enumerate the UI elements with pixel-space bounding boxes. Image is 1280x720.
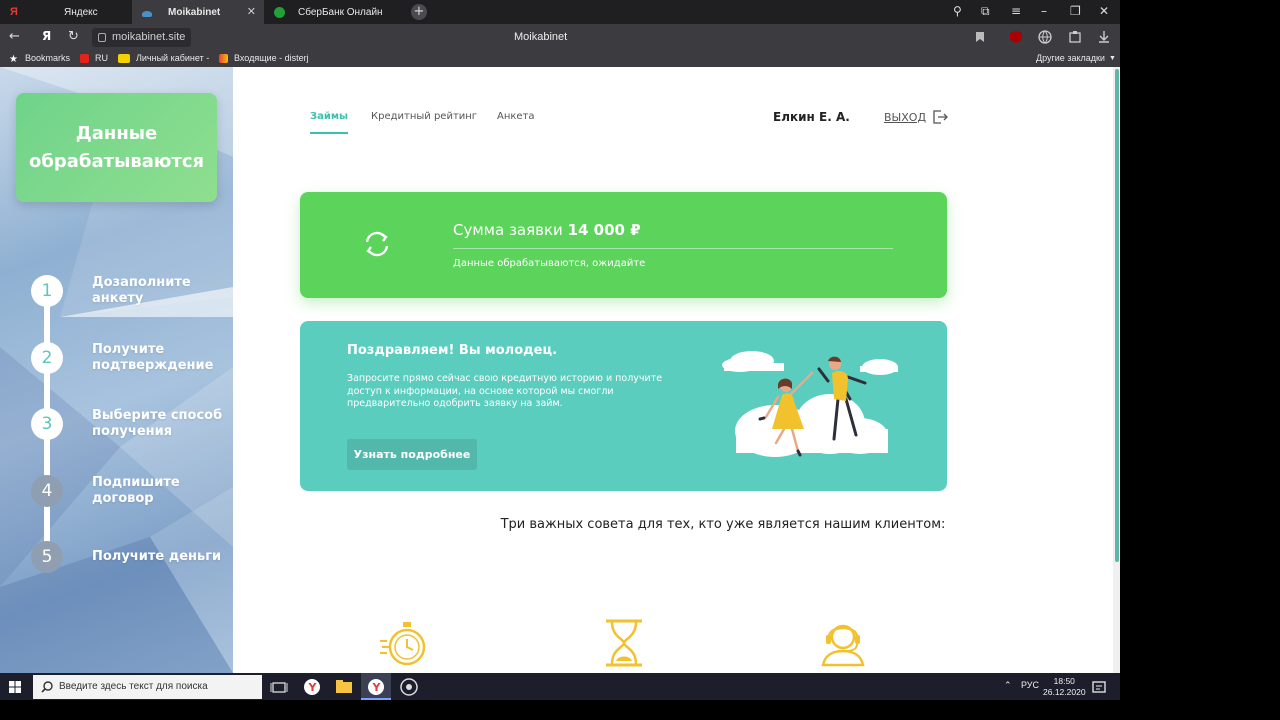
url-field[interactable]: moikabinet.site: [92, 28, 192, 47]
star-icon: ★: [9, 53, 18, 65]
step-number: 1: [31, 275, 63, 307]
jumping-people-illustration: [722, 351, 898, 457]
other-bookmarks[interactable]: Другие закладки ▼: [1036, 53, 1116, 63]
obs-icon[interactable]: [398, 676, 420, 698]
task-view-icon[interactable]: [268, 676, 290, 698]
step-5: 5 Получите деньги: [31, 541, 231, 573]
file-explorer-icon[interactable]: [333, 676, 355, 698]
logout-icon[interactable]: [932, 110, 948, 124]
yandex-icon: Я: [10, 6, 18, 18]
tips-title: Три важных совета для тех, кто уже являе…: [500, 517, 946, 532]
step-number: 4: [31, 475, 63, 507]
bookmark-cabinet[interactable]: Личный кабинет -: [118, 53, 209, 63]
collections-icon[interactable]: ⧉: [981, 4, 990, 19]
page-title-label: Moikabinet: [514, 31, 568, 43]
download-icon[interactable]: [1097, 30, 1111, 44]
logout-link[interactable]: ВЫХОД: [884, 111, 926, 124]
application-amount: 14 000 ₽: [567, 221, 641, 239]
browser-tab-bar: Я Яндекс Moikabinet ✕ СберБанк Онлайн + …: [0, 0, 1120, 24]
clock[interactable]: 18:50 26.12.2020: [1043, 676, 1086, 698]
restore-icon[interactable]: ❐: [1070, 4, 1081, 18]
step-4: 4 Подпишите договор: [31, 475, 231, 507]
step-1: 1 Дозаполните анкету: [31, 275, 231, 307]
svg-text:Y: Y: [308, 681, 318, 694]
pin-icon[interactable]: ⚲: [953, 4, 962, 18]
new-tab-button[interactable]: +: [411, 4, 427, 20]
stopwatch-icon: [380, 622, 426, 666]
application-sum: Сумма заявки 14 000 ₽: [453, 221, 641, 239]
yandex-browser-icon[interactable]: Y: [301, 676, 323, 698]
chevron-down-icon: ▼: [1108, 54, 1116, 62]
tab-loans[interactable]: Займы: [310, 111, 349, 134]
promo-title: Поздравляем! Вы молодец.: [347, 343, 558, 358]
refresh-icon: [365, 231, 389, 257]
step-number: 2: [31, 342, 63, 374]
mail-icon: [219, 53, 228, 63]
tray-expand-icon[interactable]: ⌃: [1004, 680, 1012, 691]
yandex-home-icon[interactable]: Я: [42, 29, 51, 43]
tab-sberbank[interactable]: СберБанк Онлайн: [264, 0, 404, 24]
step-label: Дозаполните анкету: [92, 275, 191, 306]
step-number: 3: [31, 408, 63, 440]
step-label: Получите деньги: [92, 549, 222, 564]
bookmark-inbox[interactable]: Входящие - disterj: [219, 53, 309, 63]
promo-text: Запросите прямо сейчас свою кредитную ис…: [347, 373, 663, 409]
processing-status-card: Данные обрабатываются: [16, 93, 217, 202]
bookmarks-bar: ★ Bookmarks RU Личный кабинет - Входящие …: [0, 51, 1120, 67]
bookmark-bookmarks[interactable]: ★ Bookmarks: [9, 53, 70, 65]
windows-start-icon[interactable]: [9, 681, 21, 693]
tab-questionnaire[interactable]: Анкета: [497, 111, 535, 122]
step-label: Получите подтверждение: [92, 342, 214, 373]
sberbank-icon: [274, 6, 285, 18]
support-agent-icon: [821, 624, 865, 667]
yandex-active-icon[interactable]: Y: [365, 676, 387, 698]
application-card: Сумма заявки 14 000 ₽ Данные обрабатываю…: [300, 192, 947, 298]
ublock-icon[interactable]: [1009, 30, 1023, 44]
tab-yandex[interactable]: Я Яндекс: [0, 0, 132, 24]
windows-taskbar: Введите здесь текст для поиска Y Y ⌃ РУС…: [0, 673, 1120, 700]
step-label: Выберите способ получения: [92, 408, 223, 439]
address-bar: ← Я ↻ moikabinet.site Moikabinet: [0, 24, 1120, 51]
taskbar-search-input[interactable]: Введите здесь текст для поиска: [33, 675, 262, 699]
youtube-icon: [80, 53, 89, 63]
main-content: Займы Кредитный рейтинг Анкета Елкин Е. …: [233, 67, 1113, 673]
beeline-icon: [118, 53, 130, 63]
user-name: Елкин Е. А.: [773, 110, 850, 124]
back-icon[interactable]: ←: [9, 29, 20, 44]
site-icon: [142, 11, 152, 17]
close-window-icon[interactable]: ✕: [1099, 4, 1109, 18]
reload-icon[interactable]: ↻: [68, 29, 79, 44]
tab-moikabinet[interactable]: Moikabinet ✕: [132, 0, 264, 24]
tab-credit-rating[interactable]: Кредитный рейтинг: [371, 111, 477, 122]
lock-icon: [98, 33, 106, 42]
page-scrollbar[interactable]: [1113, 67, 1120, 673]
divider: [453, 248, 893, 249]
bookmark-icon[interactable]: [973, 30, 987, 44]
hourglass-icon: [606, 619, 642, 667]
step-label: Подпишите договор: [92, 475, 180, 506]
application-status: Данные обрабатываются, ожидайте: [453, 258, 646, 269]
search-icon: [41, 681, 53, 693]
promo-card: Поздравляем! Вы молодец. Запросите прямо…: [300, 321, 947, 491]
steps-sidebar: Данные обрабатываются 1 Дозаполните анке…: [0, 67, 233, 673]
step-number: 5: [31, 541, 63, 573]
minimize-icon[interactable]: –: [1041, 4, 1047, 18]
close-tab-icon[interactable]: ✕: [247, 5, 256, 18]
step-2: 2 Получите подтверждение: [31, 342, 231, 374]
notifications-icon[interactable]: [1092, 680, 1106, 694]
step-3: 3 Выберите способ получения: [31, 408, 231, 440]
globe-icon[interactable]: [1038, 30, 1052, 44]
learn-more-button[interactable]: Узнать подробнее: [347, 439, 477, 470]
svg-text:Y: Y: [372, 681, 382, 694]
language-indicator[interactable]: РУС: [1021, 680, 1039, 690]
bookmark-ru[interactable]: RU: [80, 53, 108, 63]
extensions-icon[interactable]: [1068, 30, 1082, 44]
menu-icon[interactable]: ≡: [1011, 4, 1021, 18]
scrollbar-thumb[interactable]: [1115, 69, 1119, 562]
